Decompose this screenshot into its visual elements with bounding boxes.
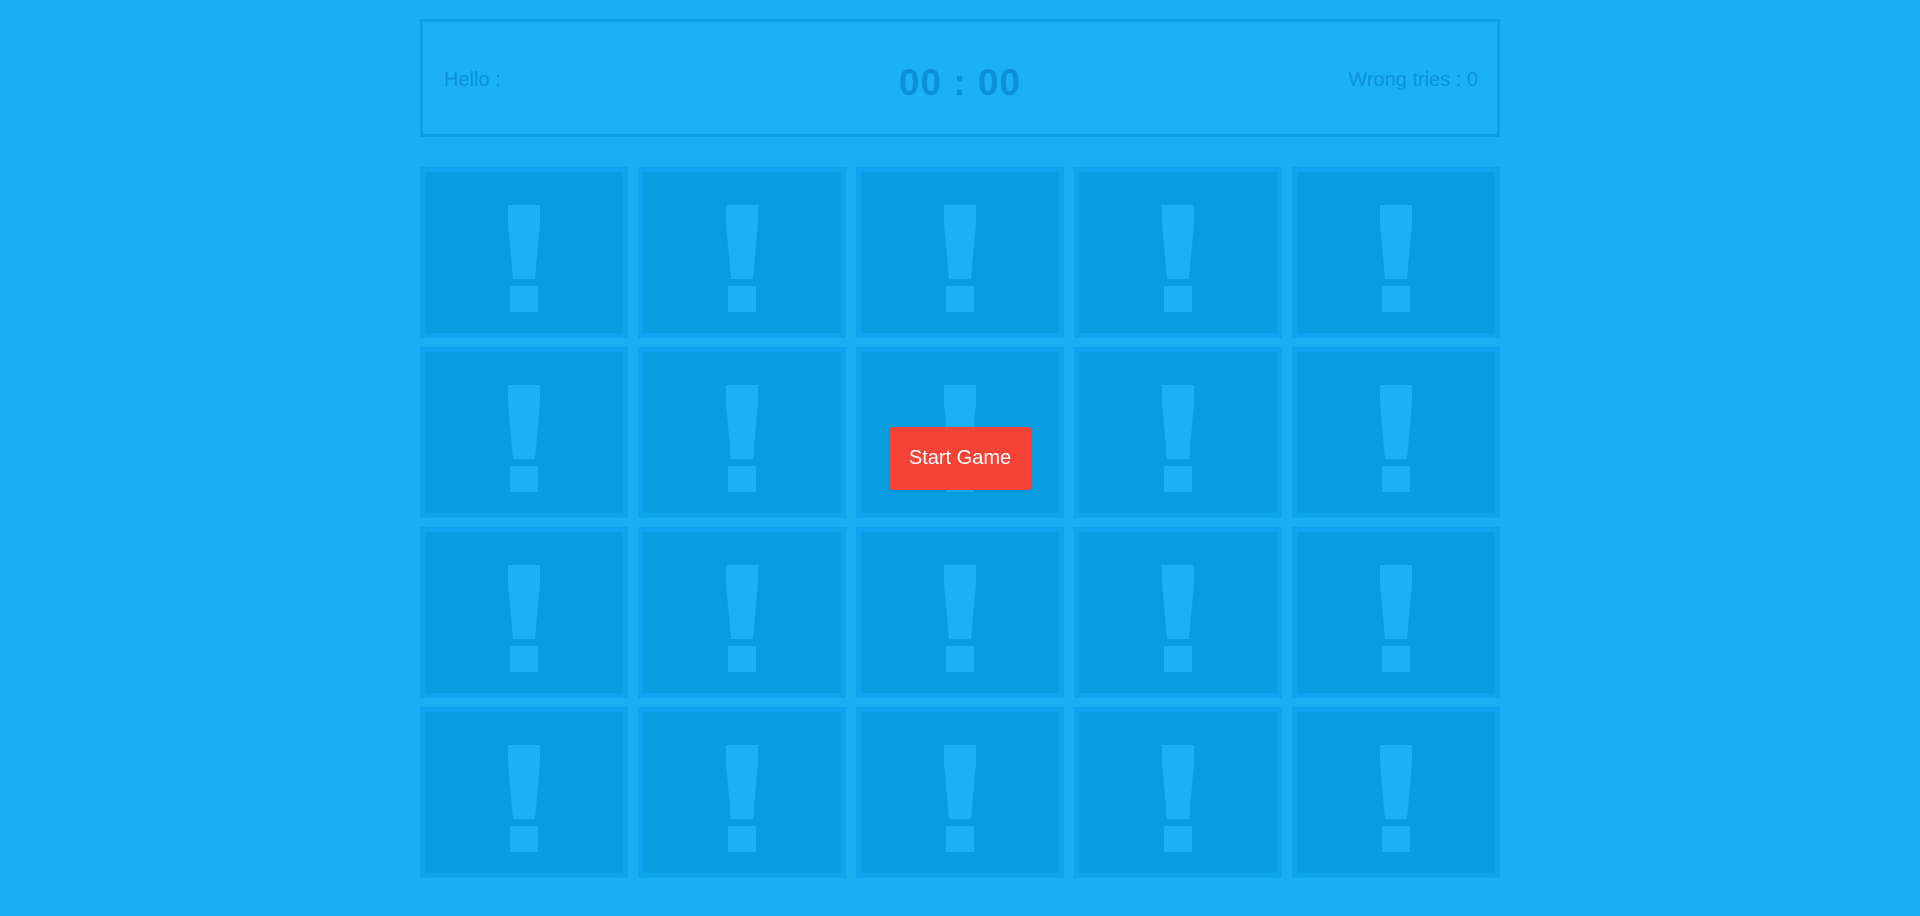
memory-card[interactable] (1292, 707, 1500, 878)
exclamation-icon (508, 745, 540, 853)
game-timer: 00 : 00 (898, 62, 1022, 103)
memory-card[interactable] (856, 707, 1064, 878)
exclamation-icon (1162, 565, 1194, 673)
exclamation-icon (1380, 385, 1412, 493)
memory-card[interactable] (420, 707, 628, 878)
memory-card[interactable] (420, 347, 628, 518)
memory-card[interactable] (420, 527, 628, 698)
memory-card[interactable] (1074, 707, 1282, 878)
exclamation-icon (726, 385, 758, 493)
exclamation-icon (944, 205, 976, 313)
memory-card[interactable] (1074, 527, 1282, 698)
memory-card[interactable] (638, 527, 846, 698)
memory-card[interactable] (1074, 347, 1282, 518)
exclamation-icon (1162, 745, 1194, 853)
exclamation-icon (726, 745, 758, 853)
exclamation-icon (508, 385, 540, 493)
game-header: Hello : 00 : 00 Wrong tries : 0 (420, 19, 1500, 137)
exclamation-icon (726, 565, 758, 673)
exclamation-icon (508, 205, 540, 313)
exclamation-icon (1380, 205, 1412, 313)
memory-card[interactable] (420, 167, 628, 338)
memory-card[interactable] (1292, 347, 1500, 518)
exclamation-icon (508, 565, 540, 673)
wrong-tries-label: Wrong tries : (1348, 69, 1467, 91)
exclamation-icon (1162, 385, 1194, 493)
memory-card[interactable] (638, 347, 846, 518)
memory-card[interactable] (1074, 167, 1282, 338)
memory-card[interactable] (1292, 527, 1500, 698)
exclamation-icon (944, 565, 976, 673)
start-game-button[interactable]: Start Game (889, 427, 1031, 490)
exclamation-icon (1380, 565, 1412, 673)
memory-card[interactable] (638, 167, 846, 338)
exclamation-icon (944, 745, 976, 853)
exclamation-icon (726, 205, 758, 313)
wrong-tries-counter: Wrong tries : 0 (1348, 69, 1478, 92)
exclamation-icon (1162, 205, 1194, 313)
memory-card[interactable] (1292, 167, 1500, 338)
card-grid (420, 167, 1500, 878)
wrong-tries-value: 0 (1466, 69, 1478, 91)
memory-card[interactable] (856, 527, 1064, 698)
exclamation-icon (1380, 745, 1412, 853)
memory-card[interactable] (638, 707, 846, 878)
memory-card[interactable] (856, 167, 1064, 338)
game-container: Hello : 00 : 00 Wrong tries : 0 (420, 19, 1500, 878)
